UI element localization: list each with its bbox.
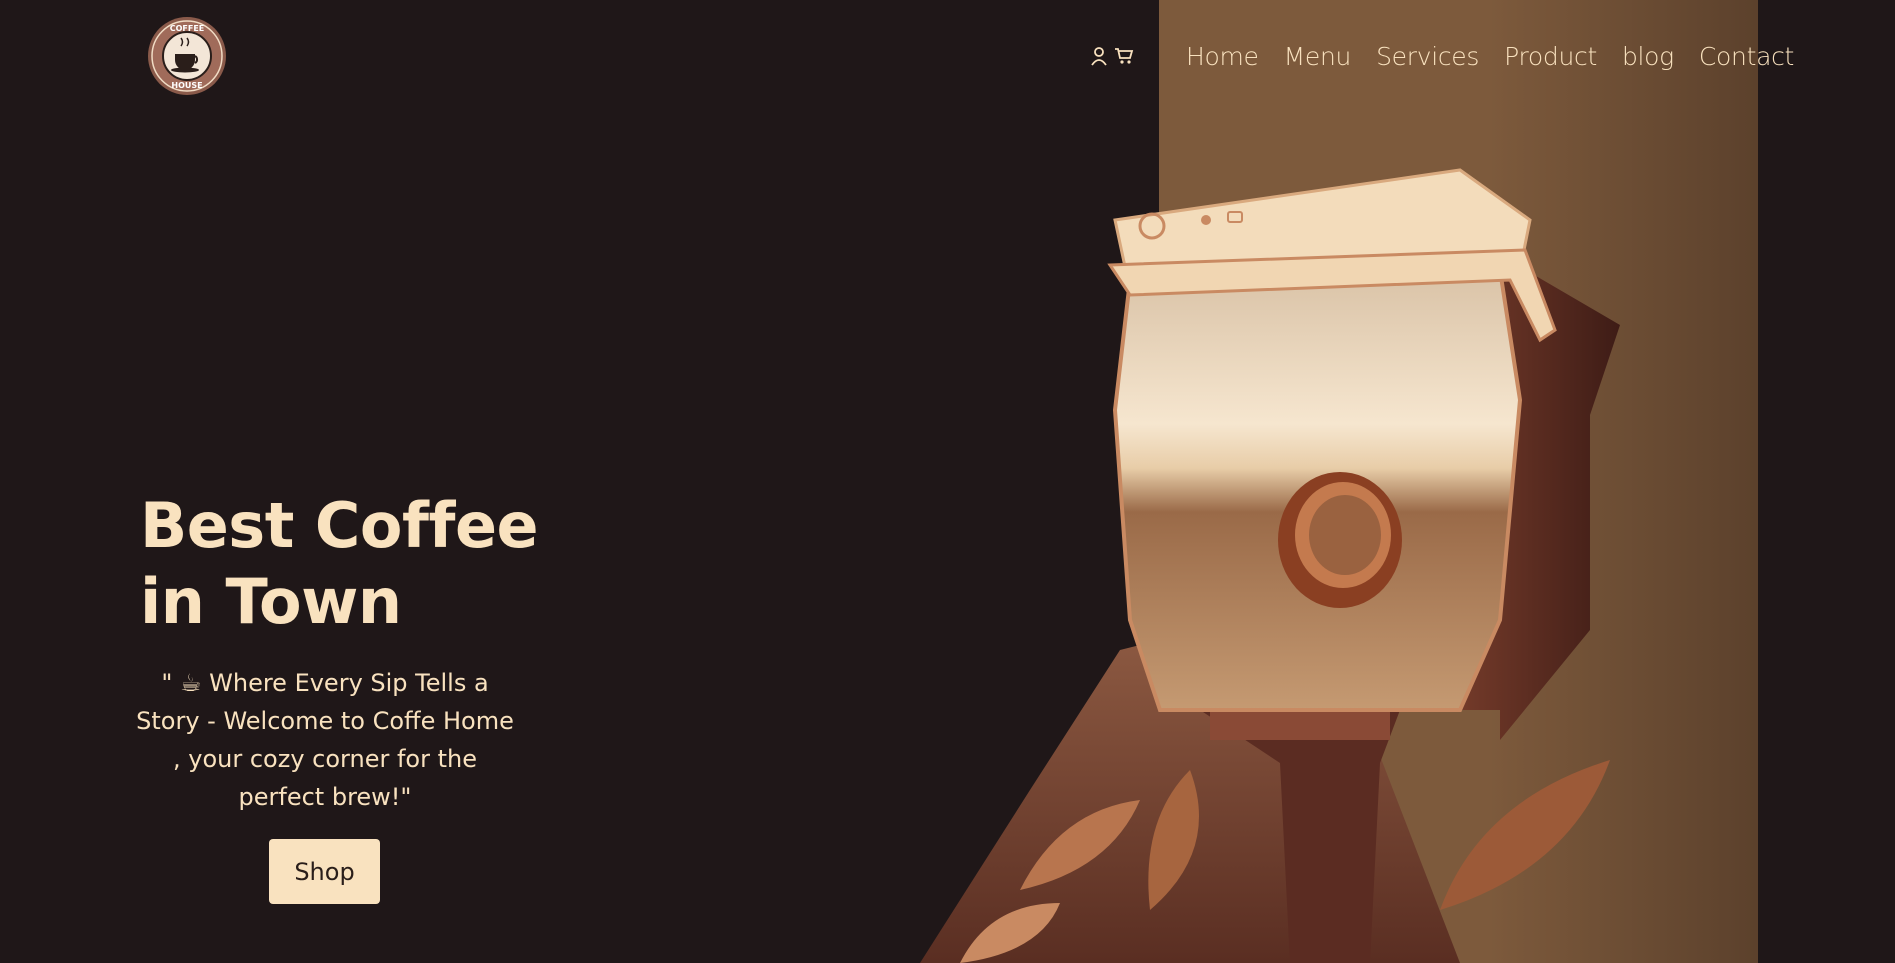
- nav-home[interactable]: Home: [1186, 42, 1259, 71]
- hero-title-line2: in Town: [140, 565, 402, 638]
- nav-contact[interactable]: Contact: [1699, 42, 1794, 71]
- coffee-grinder-illustration: [920, 168, 1620, 963]
- logo-text-bottom: HOUSE: [171, 81, 202, 90]
- nav-services[interactable]: Services: [1376, 42, 1479, 71]
- nav-blog[interactable]: blog: [1622, 42, 1674, 71]
- cart-icon[interactable]: [1114, 46, 1134, 66]
- coffee-house-logo[interactable]: COFFEE HOUSE: [147, 16, 227, 96]
- shop-button[interactable]: Shop: [269, 839, 380, 904]
- hero-title-line1: Best Coffee: [140, 489, 539, 562]
- nav-menu[interactable]: Menu: [1284, 42, 1352, 71]
- logo-text-top: COFFEE: [170, 24, 205, 33]
- hero-subtitle: " ☕ Where Every Sip Tells a Story - Welc…: [136, 669, 514, 811]
- header-icons: [1090, 46, 1134, 66]
- hero-title: Best Coffee in Town: [140, 488, 600, 640]
- user-icon[interactable]: [1090, 46, 1108, 66]
- nav-product[interactable]: Product: [1504, 42, 1597, 71]
- main-nav: Home Menu Services Product blog Contact: [1186, 36, 1794, 76]
